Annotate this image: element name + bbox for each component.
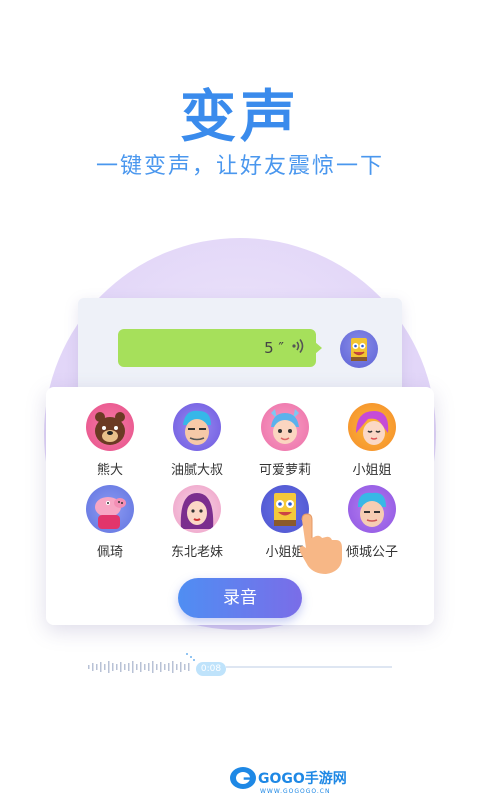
loli-avatar-icon bbox=[261, 403, 309, 451]
voice-option[interactable]: 小姐姐 bbox=[327, 403, 417, 478]
record-button[interactable]: 录音 bbox=[178, 578, 302, 618]
sponge-avatar-icon[interactable] bbox=[340, 330, 378, 368]
voice-message-bubble[interactable]: 5 ″ bbox=[118, 329, 316, 367]
voice-option[interactable]: 熊大 bbox=[65, 403, 155, 478]
voice-option[interactable]: 油腻大叔 bbox=[152, 403, 242, 478]
audio-timeline[interactable] bbox=[88, 652, 392, 682]
northeast-girl-avatar-icon bbox=[173, 485, 221, 533]
voice-label: 小姐姐 bbox=[352, 463, 392, 478]
watermark-url: WWW.GOGOGO.CN bbox=[260, 788, 331, 795]
uncle-avatar-icon bbox=[173, 403, 221, 451]
bubble-tail bbox=[315, 342, 322, 354]
tap-hand-icon bbox=[296, 508, 348, 580]
page-subtitle: 一键变声，让好友震惊一下 bbox=[95, 154, 384, 179]
voice-label: 佩琦 bbox=[96, 545, 123, 560]
voice-option[interactable]: 佩琦 bbox=[65, 485, 155, 560]
voice-label: 可爱萝莉 bbox=[258, 463, 311, 478]
voice-option[interactable]: 东北老妹 bbox=[152, 485, 242, 560]
watermark-brand: GOGO手游网 bbox=[258, 771, 347, 787]
voice-label: 熊大 bbox=[96, 463, 123, 478]
voice-label: 油腻大叔 bbox=[170, 463, 223, 478]
playback-time: 0:08 bbox=[196, 662, 226, 676]
girl-avatar-icon bbox=[348, 403, 396, 451]
sound-wave-icon bbox=[292, 338, 306, 358]
page-title: 变声 bbox=[180, 85, 300, 150]
voice-label: 东北老妹 bbox=[170, 545, 223, 560]
bear-avatar-icon bbox=[86, 403, 134, 451]
pig-avatar-icon bbox=[86, 485, 134, 533]
voice-option[interactable]: 可爱萝莉 bbox=[240, 403, 330, 478]
gogo-logo-icon bbox=[230, 767, 256, 789]
handsome-avatar-icon bbox=[348, 485, 396, 533]
message-duration: 5 ″ bbox=[264, 339, 284, 357]
